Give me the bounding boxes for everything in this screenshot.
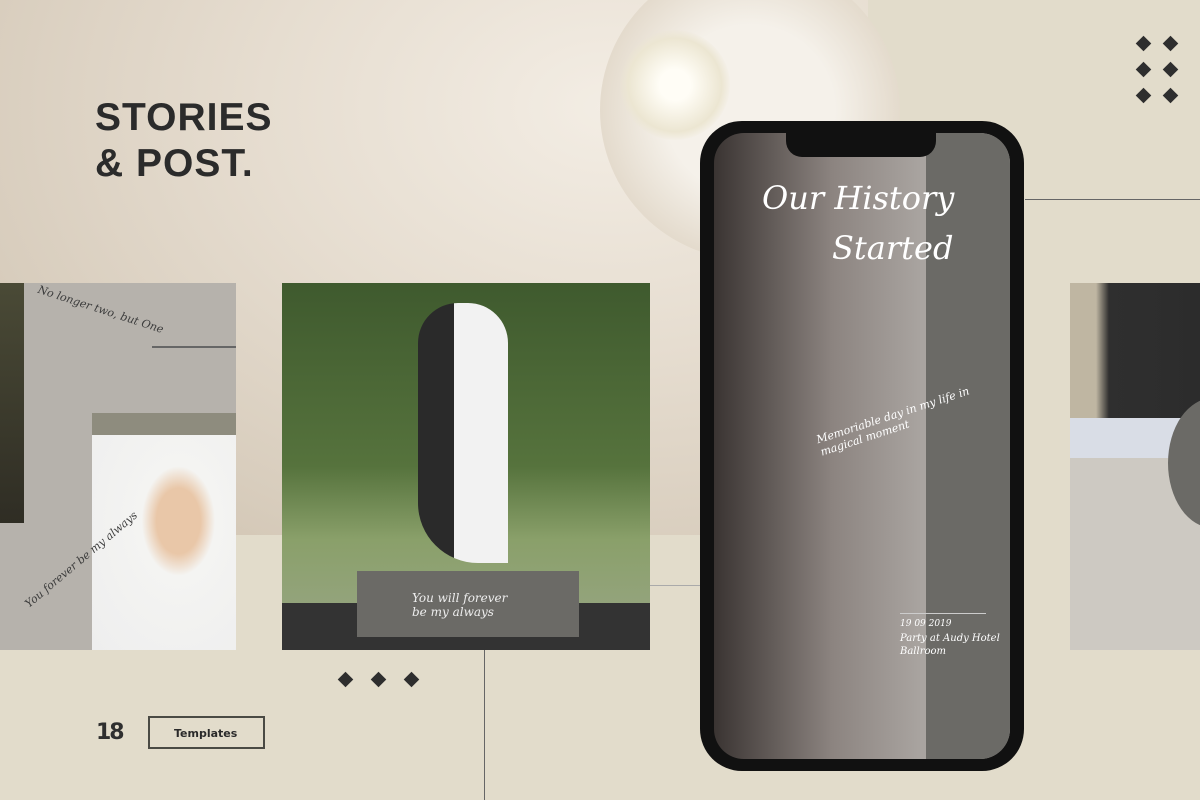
event-line1: Party at Audy Hotel (900, 633, 1000, 644)
story-screen[interactable]: Our History Started Memoriable day in my… (714, 133, 1010, 759)
caption-box: You will forever be my always (357, 571, 579, 637)
diamond-icon (1162, 61, 1179, 78)
post-card-4[interactable] (1070, 283, 1200, 650)
diamond-icon (370, 671, 387, 688)
title-line1: STORIES (95, 96, 273, 139)
caption-line2: be my always (412, 605, 494, 619)
divider (152, 346, 236, 348)
diamond-icon (1135, 35, 1152, 52)
diamond-icon (1135, 61, 1152, 78)
diamond-dots-grid (1135, 35, 1179, 104)
accent-band (92, 413, 236, 435)
diamond-dots-row (337, 671, 420, 688)
caption-line1: You will forever (412, 591, 508, 605)
post-card-1[interactable]: No longer two, but One You forever be my… (0, 283, 236, 650)
event-line2: Ballroom (900, 646, 947, 657)
brand-logo: 18 (96, 720, 125, 745)
event-date: 19 09 2019 (900, 619, 952, 629)
photo-strip (0, 283, 24, 523)
panel-strip (926, 133, 1010, 759)
diamond-icon (337, 671, 354, 688)
templates-button[interactable]: Templates (148, 716, 265, 749)
divider (900, 613, 986, 614)
phone-notch (786, 133, 936, 157)
diamond-icon (1135, 87, 1152, 104)
flower-photo (620, 30, 730, 140)
divider (1025, 199, 1200, 200)
couple-photo (418, 303, 508, 563)
card1-script-text: No longer two, but One (36, 283, 166, 336)
diamond-icon (1162, 35, 1179, 52)
groom-photo (1070, 283, 1200, 418)
story-heading-line2: Started (832, 229, 954, 267)
story-heading-line1: Our History (762, 179, 955, 217)
title-line2: & POST. (95, 142, 254, 185)
diamond-icon (1162, 87, 1179, 104)
page-title: STORIES & POST. (95, 95, 273, 187)
diamond-icon (403, 671, 420, 688)
divider (484, 650, 485, 800)
post-card-2[interactable]: You will forever be my always (282, 283, 650, 650)
bride-photo (92, 435, 236, 650)
divider (650, 585, 700, 586)
